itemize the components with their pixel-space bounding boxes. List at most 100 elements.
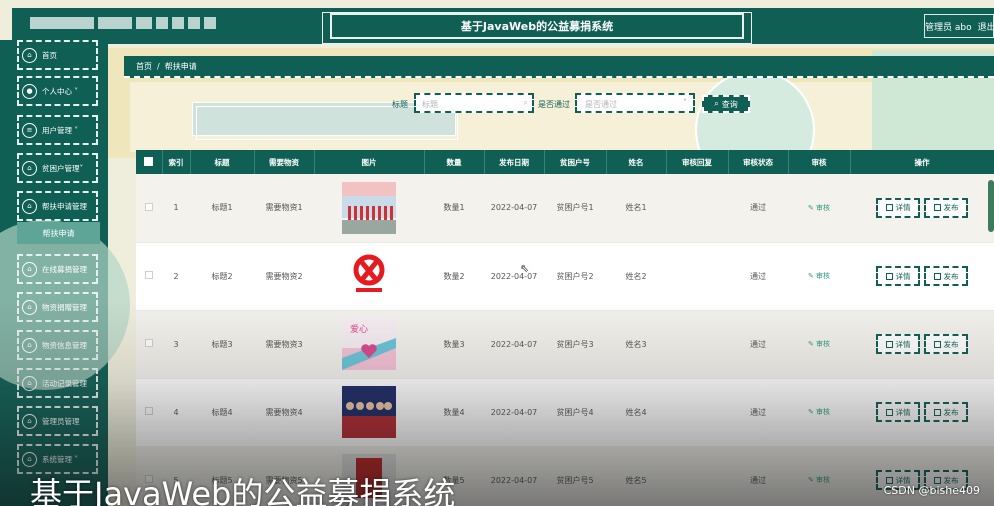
sidebar-item-aid-requests[interactable]: ⌂ 帮扶申请管理 bbox=[17, 191, 98, 221]
document-icon bbox=[933, 408, 941, 416]
quantity-cell: 数量3 bbox=[424, 310, 484, 379]
detail-button[interactable]: 详情 bbox=[876, 334, 920, 354]
sidebar-subitem-aid-request[interactable]: 帮扶申请 bbox=[17, 222, 100, 244]
sidebar-item-label: 用户管理 bbox=[42, 125, 72, 135]
sidebar-item-label: 首页 bbox=[42, 50, 57, 60]
title-search-placeholder: 标题 bbox=[422, 100, 438, 109]
chevron-down-icon: ˅ bbox=[72, 86, 79, 96]
detail-button[interactable]: 详情 bbox=[876, 402, 920, 422]
publish-button[interactable]: 发布 bbox=[924, 402, 968, 422]
app-title: 基于JavaWeb的公益募捐系统 bbox=[322, 12, 752, 44]
home-icon: ⌂ bbox=[22, 261, 37, 277]
logout-link[interactable]: 退出 bbox=[978, 23, 994, 33]
detail-button-label: 详情 bbox=[895, 339, 911, 349]
photo-volunteers bbox=[342, 181, 396, 234]
row-checkbox-cell[interactable] bbox=[136, 174, 162, 243]
sidebar-item-label: 物资捐赠管理 bbox=[42, 302, 87, 312]
sidebar-item-material-donation[interactable]: ⌂ 物资捐赠管理 bbox=[17, 292, 98, 322]
user-icon: ● bbox=[22, 83, 37, 99]
quantity-cell: 数量1 bbox=[424, 174, 484, 243]
col-header: 图片 bbox=[314, 150, 425, 174]
breadcrumb-home[interactable]: 首页 bbox=[136, 61, 152, 72]
status-cell: 通过 bbox=[728, 242, 788, 311]
actions-cell: 详情 发布 bbox=[850, 310, 994, 379]
audit-link[interactable]: ✎ 审核 bbox=[808, 204, 830, 212]
breadcrumb-current: 帮扶申请 bbox=[164, 61, 197, 71]
publish-button[interactable]: 发布 bbox=[924, 266, 968, 286]
name-cell: 姓名2 bbox=[606, 242, 666, 311]
sidebar-item-label: 帮扶申请管理 bbox=[42, 201, 87, 211]
publish-button-label: 发布 bbox=[943, 271, 959, 281]
sidebar-item-admins[interactable]: ⌂ 管理员管理 bbox=[17, 406, 98, 436]
sidebar-item-label: 活动记录管理 bbox=[42, 378, 87, 388]
detail-button-label: 详情 bbox=[895, 407, 911, 417]
audit-link[interactable]: ✎ 审核 bbox=[808, 340, 830, 348]
select-all-checkbox[interactable] bbox=[144, 156, 154, 166]
top-bar: 基于JavaWeb的公益募捐系统 管理员 abo 退出 bbox=[12, 8, 994, 44]
home-icon: ⌂ bbox=[22, 47, 37, 63]
sidebar-item-activity-records[interactable]: ⌂ 活动记录管理 bbox=[17, 368, 98, 398]
row-checkbox-cell[interactable] bbox=[136, 310, 162, 379]
edit-icon: ✎ bbox=[807, 408, 817, 416]
sidebar-item-home[interactable]: ⌂ 首页 bbox=[17, 40, 98, 70]
edit-icon: ✎ bbox=[807, 272, 817, 280]
row-checkbox-cell[interactable] bbox=[136, 378, 162, 447]
sidebar-item-label: 贫困户管理 bbox=[42, 163, 80, 173]
audit-link[interactable]: ✎ 审核 bbox=[808, 408, 830, 416]
title-search-input[interactable]: 标题 ⌕ bbox=[414, 93, 534, 113]
sidebar-item-label: 管理员管理 bbox=[42, 416, 80, 426]
document-icon bbox=[933, 204, 941, 212]
audit-link[interactable]: ✎ 审核 bbox=[808, 476, 830, 484]
index-cell: 3 bbox=[162, 310, 190, 379]
col-header: 标题 bbox=[190, 150, 255, 174]
search-button[interactable]: ⌕ 查询 bbox=[702, 95, 750, 113]
audit-link-label: 审核 bbox=[816, 408, 831, 416]
document-icon bbox=[933, 340, 941, 348]
detail-button[interactable]: 详情 bbox=[876, 266, 920, 286]
col-header: 发布日期 bbox=[484, 150, 545, 174]
document-icon bbox=[885, 272, 893, 280]
row-checkbox[interactable] bbox=[145, 339, 153, 347]
sidebar-item-users[interactable]: ≡ 用户管理 ˅ bbox=[17, 115, 98, 145]
col-header: 操作 bbox=[850, 150, 994, 174]
breadcrumb-separator: / bbox=[157, 61, 160, 71]
audit-cell: ✎ 审核 bbox=[788, 446, 850, 506]
pass-status-select[interactable]: 是否通过 ˅ bbox=[575, 93, 695, 113]
row-checkbox[interactable] bbox=[145, 407, 153, 415]
date-cell: 2022-04-07 bbox=[484, 378, 544, 447]
app-root: { "header": { "app_title": "基于JavaWeb的公益… bbox=[0, 0, 994, 506]
household-cell: 贫困户号5 bbox=[544, 446, 606, 506]
poster-love: 爱心 bbox=[342, 318, 396, 370]
search-icon: ⌕ bbox=[523, 98, 528, 107]
row-checkbox[interactable] bbox=[145, 202, 153, 211]
user-info: 管理员 abo 退出 bbox=[924, 14, 994, 38]
publish-button[interactable]: 发布 bbox=[924, 334, 968, 354]
col-header: 需要物资 bbox=[254, 150, 315, 174]
user-label: 管理员 abo bbox=[925, 23, 972, 33]
select-all-header[interactable] bbox=[136, 150, 163, 174]
name-cell: 姓名3 bbox=[606, 310, 666, 379]
actions-cell: 详情 发布 bbox=[850, 242, 994, 311]
name-cell: 姓名4 bbox=[606, 378, 666, 447]
title-filter-label: 标题 bbox=[392, 100, 408, 109]
audit-cell: ✎ 审核 bbox=[788, 242, 850, 311]
home-icon: ⌂ bbox=[22, 299, 37, 315]
quantity-cell: 数量2 bbox=[424, 242, 484, 311]
date-cell: 2022-04-07 bbox=[484, 174, 544, 243]
household-cell: 贫困户号2 bbox=[544, 242, 606, 311]
page-scrollbar[interactable] bbox=[988, 180, 994, 232]
sidebar-item-online-donation[interactable]: ⌂ 在线募捐管理 bbox=[17, 254, 98, 284]
audit-link-label: 审核 bbox=[816, 340, 831, 348]
sidebar-item-profile[interactable]: ● 个人中心 ˅ bbox=[17, 76, 98, 106]
audit-link[interactable]: ✎ 审核 bbox=[808, 272, 830, 280]
detail-button[interactable]: 详情 bbox=[876, 197, 920, 218]
name-cell: 姓名5 bbox=[606, 446, 666, 506]
sidebar-item-material-info[interactable]: ⌂ 物资信息管理 bbox=[17, 330, 98, 360]
sidebar-item-households[interactable]: ⌂ 贫困户管理 ˅ bbox=[17, 153, 98, 183]
home-icon: ⌂ bbox=[22, 198, 37, 214]
row-checkbox[interactable] bbox=[145, 271, 153, 279]
row-checkbox-cell[interactable] bbox=[136, 242, 162, 311]
table-row: 3 标题3 需要物资3 爱心 数量3 2022-04-07 贫困户号3 姓名3 通过 ✎ 审核 详情… bbox=[136, 310, 994, 379]
document-icon bbox=[885, 204, 893, 212]
publish-button[interactable]: 发布 bbox=[924, 197, 968, 218]
